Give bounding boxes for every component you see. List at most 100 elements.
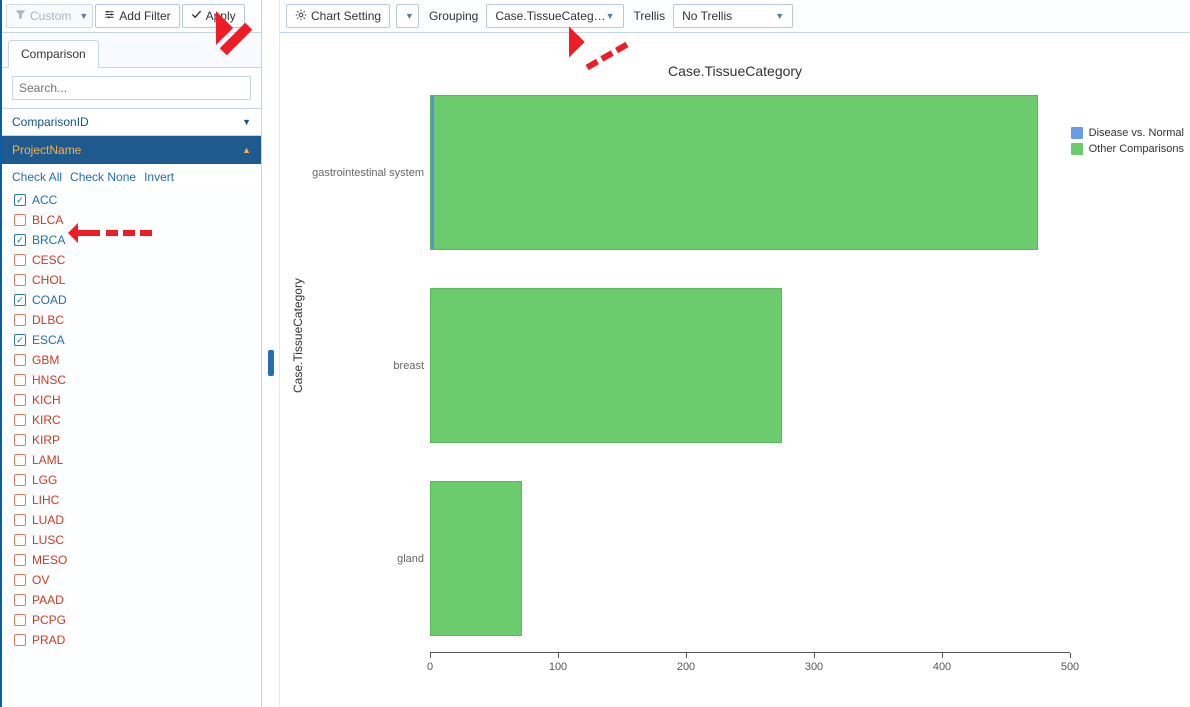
project-name-header[interactable]: ProjectName ▲ (2, 136, 261, 164)
bar-other-comparisons[interactable] (430, 481, 522, 636)
legend-item-disease-vs-normal[interactable]: Disease vs. Normal (1071, 127, 1184, 139)
project-item-ov[interactable]: OV (12, 570, 255, 590)
checkbox[interactable] (14, 574, 26, 586)
chart-setting-split-button[interactable]: ▼ (396, 4, 419, 28)
caret-up-icon: ▲ (242, 145, 251, 155)
project-item-lusc[interactable]: LUSC (12, 530, 255, 550)
project-item-chol[interactable]: CHOL (12, 270, 255, 290)
project-item-lgg[interactable]: LGG (12, 470, 255, 490)
x-tick (942, 653, 943, 658)
project-item-hnsc[interactable]: HNSC (12, 370, 255, 390)
check-none-link[interactable]: Check None (70, 170, 136, 184)
add-filter-button[interactable]: Add Filter (95, 4, 179, 28)
checkbox[interactable] (14, 254, 26, 266)
project-label: LAML (32, 453, 63, 467)
search-wrap (2, 68, 261, 108)
check-all-link[interactable]: Check All (12, 170, 62, 184)
invert-link[interactable]: Invert (144, 170, 174, 184)
checkbox[interactable] (14, 454, 26, 466)
grouping-dropdown[interactable]: Case.TissueCateg… ▼ (486, 4, 623, 28)
chart-setting-button[interactable]: Chart Setting (286, 4, 390, 28)
tab-comparison[interactable]: Comparison (8, 40, 99, 68)
project-label: DLBC (32, 313, 64, 327)
x-tick (430, 653, 431, 658)
project-item-meso[interactable]: MESO (12, 550, 255, 570)
project-item-blca[interactable]: BLCA (12, 210, 255, 230)
custom-filter-button[interactable]: Custom ▼ (6, 4, 93, 28)
checkbox[interactable] (14, 374, 26, 386)
checkbox[interactable] (14, 394, 26, 406)
project-item-acc[interactable]: ✓ ACC (12, 190, 255, 210)
apply-button[interactable]: Apply (182, 4, 245, 28)
project-item-prad[interactable]: PRAD (12, 630, 255, 650)
checkbox[interactable] (14, 314, 26, 326)
bar-disease-vs-normal[interactable] (431, 96, 434, 249)
project-item-kirc[interactable]: KIRC (12, 410, 255, 430)
trellis-dropdown[interactable]: No Trellis ▼ (673, 4, 793, 28)
project-label: PAAD (32, 593, 64, 607)
checkbox[interactable]: ✓ (14, 194, 26, 206)
project-label: LUSC (32, 533, 64, 547)
chart-title: Case.TissueCategory (290, 63, 1180, 79)
checkbox[interactable] (14, 434, 26, 446)
checkbox[interactable] (14, 414, 26, 426)
checkbox[interactable] (14, 514, 26, 526)
chart-area: Case.TissueCategory Case.TissueCategory … (280, 33, 1190, 707)
legend-item-other-comparisons[interactable]: Other Comparisons (1071, 143, 1184, 155)
project-item-kich[interactable]: KICH (12, 390, 255, 410)
comparison-id-header[interactable]: ComparisonID ▼ (2, 108, 261, 136)
project-item-gbm[interactable]: GBM (12, 350, 255, 370)
checkbox[interactable] (14, 274, 26, 286)
project-item-cesc[interactable]: CESC (12, 250, 255, 270)
search-input[interactable] (12, 76, 251, 100)
project-label: ACC (32, 193, 57, 207)
checkbox[interactable] (14, 354, 26, 366)
gear-icon (295, 9, 307, 24)
checkbox[interactable]: ✓ (14, 234, 26, 246)
project-item-laml[interactable]: LAML (12, 450, 255, 470)
x-tick (558, 653, 559, 658)
project-item-brca[interactable]: ✓BRCA (12, 230, 255, 250)
legend-label-2: Other Comparisons (1089, 143, 1184, 155)
bulk-actions: Check All Check None Invert (2, 164, 261, 190)
bar-other-comparisons[interactable] (430, 288, 782, 443)
project-label: COAD (32, 293, 67, 307)
caret-down-icon: ▼ (242, 117, 251, 127)
project-item-paad[interactable]: PAAD (12, 590, 255, 610)
project-list[interactable]: ✓ ACC BLCA✓BRCACESCCHOL ✓ COAD DLBC ✓ESCA GBM HN… (2, 190, 261, 707)
checkbox[interactable] (14, 614, 26, 626)
project-item-kirp[interactable]: KIRP (12, 430, 255, 450)
checkbox[interactable] (14, 494, 26, 506)
splitter[interactable] (262, 0, 280, 707)
sidebar-toolbar: Custom ▼ Add Filter Apply (2, 0, 261, 33)
checkbox[interactable]: ✓ (14, 294, 26, 306)
legend-swatch-green (1071, 143, 1083, 155)
project-item-coad[interactable]: ✓ COAD (12, 290, 255, 310)
checkbox[interactable] (14, 554, 26, 566)
project-item-pcpg[interactable]: PCPG (12, 610, 255, 630)
x-tick-label: 200 (677, 661, 695, 673)
project-label: GBM (32, 353, 59, 367)
project-item-dlbc[interactable]: DLBC (12, 310, 255, 330)
project-label: OV (32, 573, 49, 587)
bar-other-comparisons[interactable] (430, 95, 1038, 250)
project-item-luad[interactable]: LUAD (12, 510, 255, 530)
tab-comparison-label: Comparison (21, 47, 86, 61)
checkbox[interactable] (14, 594, 26, 606)
checkbox[interactable] (14, 214, 26, 226)
project-label: HNSC (32, 373, 66, 387)
checkbox[interactable] (14, 634, 26, 646)
x-tick-label: 0 (427, 661, 433, 673)
y-category-label: breast (393, 360, 424, 372)
bar-row: breast (430, 288, 782, 443)
project-label: MESO (32, 553, 67, 567)
x-tick (1070, 653, 1071, 658)
plot-zone: 0100200300400500 gastrointestinal system… (350, 85, 1170, 689)
checkbox[interactable] (14, 534, 26, 546)
legend-swatch-blue (1071, 127, 1083, 139)
checkbox[interactable]: ✓ (14, 334, 26, 346)
project-item-esca[interactable]: ✓ESCA (12, 330, 255, 350)
checkbox[interactable] (14, 474, 26, 486)
project-item-lihc[interactable]: LIHC (12, 490, 255, 510)
x-axis: 0100200300400500 (430, 652, 1070, 653)
